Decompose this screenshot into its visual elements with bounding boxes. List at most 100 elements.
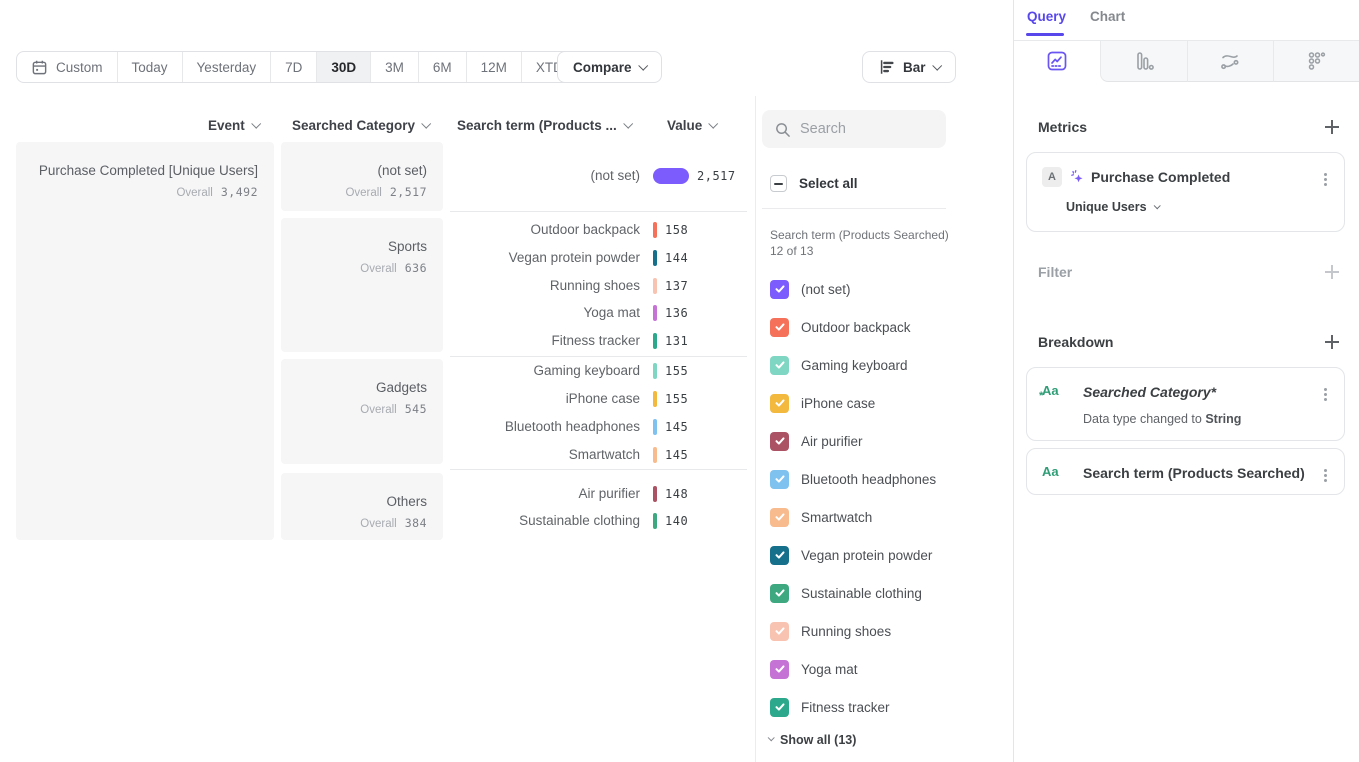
table-row[interactable]: Smartwatch 145 — [450, 446, 750, 466]
value-text: 2,517 — [697, 169, 736, 183]
table-row[interactable]: Gaming keyboard 155 — [450, 362, 750, 382]
breakdown-options-kebab[interactable] — [1319, 469, 1331, 481]
legend-item[interactable]: (not set) — [770, 279, 851, 299]
table-row[interactable]: Bluetooth headphones 145 — [450, 418, 750, 438]
tab-chart[interactable]: Chart — [1090, 9, 1125, 24]
query-panel: Query Chart — [1013, 0, 1359, 762]
table-row[interactable]: Sustainable clothing 140 — [450, 512, 750, 532]
calendar-icon — [31, 59, 48, 76]
legend-checkbox[interactable] — [770, 318, 789, 337]
category-cell-others[interactable]: Others Overall384 — [281, 473, 443, 540]
report-tab-funnels[interactable] — [1100, 41, 1187, 82]
add-breakdown-button[interactable] — [1323, 333, 1341, 351]
date-range-3m[interactable]: 3M — [370, 52, 418, 82]
value-bar — [653, 222, 657, 238]
chevron-down-icon — [623, 118, 633, 128]
breakdown-card-search-term[interactable]: Aa Search term (Products Searched) — [1026, 448, 1345, 495]
table-row[interactable]: Outdoor backpack 158 — [450, 221, 750, 241]
panel-divider — [755, 96, 756, 762]
legend-divider — [762, 208, 946, 209]
chevron-down-icon — [638, 60, 648, 70]
date-range-12m[interactable]: 12M — [466, 52, 521, 82]
search-input[interactable] — [800, 121, 930, 137]
select-all-row[interactable]: Select all — [770, 175, 858, 192]
legend-checkbox[interactable] — [770, 508, 789, 527]
indeterminate-icon — [774, 183, 783, 185]
legend-checkbox[interactable] — [770, 584, 789, 603]
show-all-link[interactable]: Show all (13) — [768, 733, 856, 747]
legend-checkbox[interactable] — [770, 470, 789, 489]
legend-item[interactable]: Gaming keyboard — [770, 355, 908, 375]
legend-search[interactable] — [762, 110, 946, 148]
report-tab-flows[interactable] — [1187, 41, 1274, 82]
insights-chart-icon — [1046, 50, 1068, 72]
event-cell[interactable]: Purchase Completed [Unique Users] Overal… — [16, 142, 274, 540]
legend-item[interactable]: Fitness tracker — [770, 697, 890, 717]
table-row[interactable]: Air purifier 148 — [450, 485, 750, 505]
date-range-30d-selected[interactable]: 30D — [316, 52, 370, 82]
date-range-today[interactable]: Today — [117, 52, 182, 82]
legend-checkbox[interactable] — [770, 698, 789, 717]
report-tab-retention[interactable] — [1273, 41, 1359, 82]
table-row[interactable]: Running shoes 137 — [450, 277, 750, 297]
legend-item[interactable]: Bluetooth headphones — [770, 469, 936, 489]
legend-item[interactable]: Outdoor backpack — [770, 317, 911, 337]
date-range-group: Custom Today Yesterday 7D 30D 3M 6M 12M … — [16, 51, 594, 83]
legend-item[interactable]: Smartwatch — [770, 507, 872, 527]
metric-card[interactable]: A Purchase Completed Unique Users — [1026, 152, 1345, 232]
tab-query[interactable]: Query — [1027, 9, 1066, 24]
value-bar — [653, 278, 657, 294]
table-row[interactable]: Yoga mat 136 — [450, 304, 750, 324]
metric-options-kebab[interactable] — [1319, 173, 1331, 185]
breakdown-card-searched-category[interactable]: Aa* Searched Category* Data type changed… — [1026, 367, 1345, 441]
table-row[interactable]: iPhone case 155 — [450, 390, 750, 410]
table-row[interactable]: (not set) 2,517 — [450, 167, 750, 187]
flows-icon — [1219, 50, 1241, 72]
check-icon — [774, 473, 786, 485]
check-icon — [774, 359, 786, 371]
add-filter-button[interactable] — [1323, 263, 1341, 281]
legend-item[interactable]: Vegan protein powder — [770, 545, 932, 565]
add-metric-button[interactable] — [1323, 118, 1341, 136]
legend-checkbox[interactable] — [770, 432, 789, 451]
column-header-search-term[interactable]: Search term (Products ... — [457, 117, 631, 133]
chart-type-select[interactable]: Bar — [862, 51, 956, 83]
date-range-6m[interactable]: 6M — [418, 52, 466, 82]
legend-checkbox[interactable] — [770, 394, 789, 413]
legend-item[interactable]: Sustainable clothing — [770, 583, 922, 603]
table-row[interactable]: Vegan protein powder 144 — [450, 249, 750, 269]
report-tab-insights-selected[interactable] — [1014, 41, 1100, 82]
measurement-select[interactable]: Unique Users — [1066, 200, 1159, 214]
check-icon — [774, 397, 786, 409]
search-term-label: (not set) — [450, 167, 640, 185]
table-row[interactable]: Fitness tracker 131 — [450, 332, 750, 352]
chevron-down-icon — [932, 60, 942, 70]
select-all-checkbox[interactable] — [770, 175, 787, 192]
date-range-custom[interactable]: Custom — [17, 52, 117, 82]
legend-checkbox[interactable] — [770, 622, 789, 641]
category-cell-sports[interactable]: Sports Overall636 — [281, 218, 443, 352]
column-header-searched-category[interactable]: Searched Category — [292, 117, 429, 133]
category-cell-not-set[interactable]: (not set) Overall2,517 — [281, 142, 443, 211]
legend-item[interactable]: Air purifier — [770, 431, 863, 451]
date-range-7d[interactable]: 7D — [270, 52, 316, 82]
category-cell-gadgets[interactable]: Gadgets Overall545 — [281, 359, 443, 464]
legend-checkbox[interactable] — [770, 356, 789, 375]
group-separator — [450, 469, 747, 470]
legend-item[interactable]: Yoga mat — [770, 659, 858, 679]
value-bar — [653, 486, 657, 502]
column-header-value[interactable]: Value — [667, 117, 716, 133]
legend-item[interactable]: iPhone case — [770, 393, 875, 413]
compare-button[interactable]: Compare — [557, 51, 662, 83]
breakdown-name: Searched Category* — [1083, 384, 1216, 400]
filter-title: Filter — [1038, 264, 1072, 280]
chevron-down-icon — [421, 118, 431, 128]
legend-checkbox[interactable] — [770, 660, 789, 679]
legend-item[interactable]: Running shoes — [770, 621, 891, 641]
breakdown-options-kebab[interactable] — [1319, 388, 1331, 400]
column-header-event[interactable]: Event — [208, 117, 259, 133]
legend-checkbox[interactable] — [770, 280, 789, 299]
legend-checkbox[interactable] — [770, 546, 789, 565]
date-range-yesterday[interactable]: Yesterday — [182, 52, 271, 82]
value-bar — [653, 419, 657, 435]
